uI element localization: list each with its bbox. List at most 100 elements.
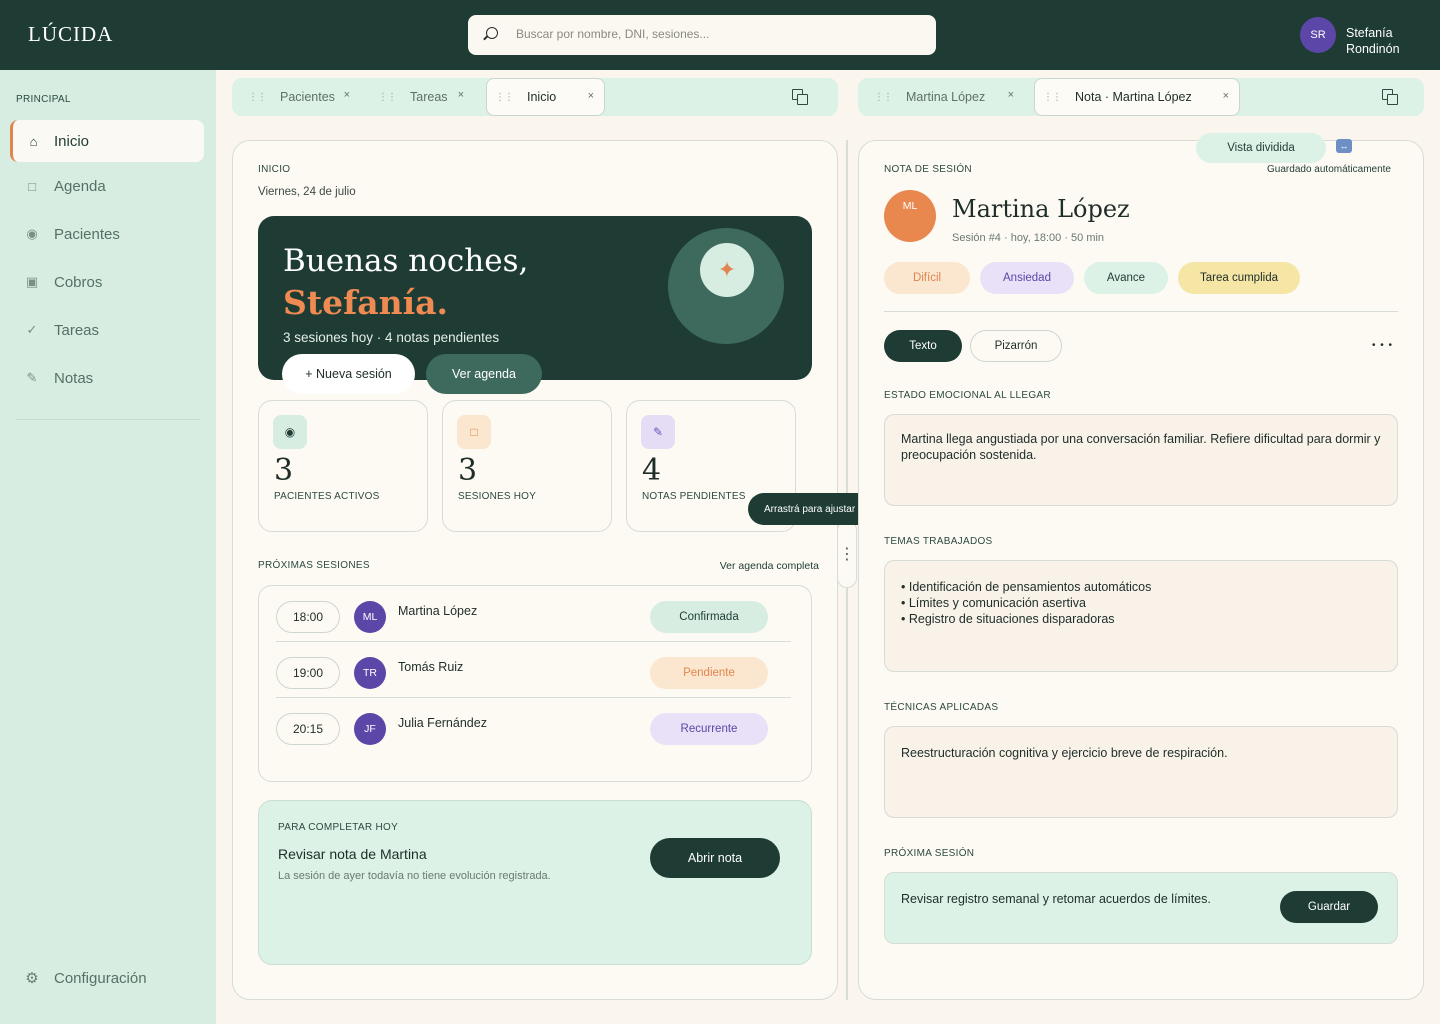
- section-label: NOTA DE SESIÓN: [884, 164, 972, 175]
- todo-label: PARA COMPLETAR HOY: [278, 822, 399, 833]
- sidebar-heading: PRINCIPAL: [16, 94, 71, 105]
- date-label: Viernes, 24 de julio: [258, 186, 356, 198]
- drag-handle-icon[interactable]: ⋮⋮: [1043, 92, 1062, 103]
- avatar: TR: [354, 657, 386, 689]
- user-avatar[interactable]: SR: [1300, 17, 1336, 53]
- sidebar-item-settings[interactable]: ⚙ Configuración: [10, 957, 204, 999]
- tab-tareas[interactable]: ⋮⋮ Tareas ×: [378, 78, 474, 116]
- swap-arrows-icon[interactable]: ↔: [1336, 139, 1352, 153]
- split-view-badge[interactable]: Vista dividida: [1196, 133, 1326, 163]
- tab-label: Inicio: [527, 90, 557, 104]
- section-label: INICIO: [258, 164, 291, 175]
- payments-icon: ▣: [25, 274, 39, 289]
- close-icon[interactable]: ×: [344, 89, 350, 101]
- topics-field[interactable]: • Identificación de pensamientos automát…: [884, 560, 1398, 672]
- topic-item: • Identificación de pensamientos automát…: [901, 580, 1152, 594]
- more-options-icon[interactable]: • • •: [1372, 340, 1393, 351]
- stat-card-sessions: □ 3 SESIONES HOY: [442, 400, 612, 532]
- avatar: ML: [884, 190, 936, 242]
- sidebar-item-tareas[interactable]: ✓ Tareas: [10, 309, 204, 351]
- sidebar-item-pacientes[interactable]: ◉ Pacientes: [10, 213, 204, 255]
- patients-icon: ◉: [273, 415, 307, 449]
- patient-name: Julia Fernández: [398, 716, 487, 730]
- app-logo[interactable]: LÚCIDA: [28, 22, 113, 47]
- stat-label: NOTAS PENDIENTES: [642, 491, 746, 502]
- tag-chip[interactable]: Tarea cumplida: [1178, 262, 1300, 294]
- autosave-status: Guardado automáticamente: [1267, 164, 1391, 175]
- sidebar-item-inicio[interactable]: ⌂ Inicio: [10, 120, 204, 162]
- pencil-icon: ✎: [26, 370, 38, 385]
- emotional-label: ESTADO EMOCIONAL AL LLEGAR: [884, 390, 1051, 401]
- top-bar: LÚCIDA Buscar por nombre, DNI, sesiones.…: [0, 0, 1440, 70]
- patient-name: Martina López: [398, 604, 478, 618]
- sidebar-item-agenda[interactable]: □ Agenda: [10, 165, 204, 207]
- home-panel: INICIO Viernes, 24 de julio Buenas noche…: [232, 140, 838, 1000]
- techniques-label: TÉCNICAS APLICADAS: [884, 702, 999, 713]
- resize-handle-icon[interactable]: ⋮: [837, 520, 857, 588]
- pencil-icon: ✎: [641, 415, 675, 449]
- tag-chip[interactable]: Difícil: [884, 262, 970, 294]
- session-time: 18:00: [276, 601, 340, 633]
- calendar-icon: □: [28, 178, 36, 194]
- drag-handle-icon[interactable]: ⋮⋮: [495, 92, 514, 103]
- tab-bar-right: ⋮⋮ Martina López × ⋮⋮ Nota · Martina Lóp…: [858, 78, 1424, 116]
- session-row[interactable]: 18:00 ML Martina López Confirmada: [276, 586, 791, 642]
- drag-handle-icon[interactable]: ⋮⋮: [874, 92, 893, 103]
- mode-board-button[interactable]: Pizarrón: [970, 330, 1062, 362]
- avatar: ML: [354, 601, 386, 633]
- save-button[interactable]: Guardar: [1280, 891, 1378, 923]
- drag-handle-icon[interactable]: ⋮⋮: [378, 92, 397, 103]
- greeting-summary: 3 sesiones hoy · 4 notas pendientes: [283, 330, 500, 345]
- next-session-text: Revisar registro semanal y retomar acuer…: [901, 892, 1211, 906]
- avatar: JF: [354, 713, 386, 745]
- next-session-label: PRÓXIMA SESIÓN: [884, 848, 975, 859]
- sidebar-item-label: Tareas: [54, 321, 100, 339]
- tag-chip[interactable]: Avance: [1084, 262, 1168, 294]
- session-row[interactable]: 19:00 TR Tomás Ruiz Pendiente: [276, 642, 791, 698]
- tab-martina[interactable]: ⋮⋮ Martina López ×: [874, 78, 1024, 116]
- close-icon[interactable]: ×: [458, 89, 464, 101]
- tab-label: Pacientes: [280, 90, 335, 104]
- user-name[interactable]: Stefanía Rondinón: [1346, 25, 1416, 57]
- home-icon: ⌂: [29, 133, 38, 149]
- tab-bar-left: ⋮⋮ Pacientes × ⋮⋮ Tareas × ⋮⋮ Inicio ×: [232, 78, 838, 116]
- emotional-field[interactable]: Martina llega angustiada por una convers…: [884, 414, 1398, 506]
- split-view-icon[interactable]: [792, 89, 808, 105]
- greeting-name: Stefanía.: [283, 283, 449, 322]
- drag-handle-icon[interactable]: ⋮⋮: [248, 92, 267, 103]
- see-full-agenda-link[interactable]: Ver agenda completa: [720, 560, 819, 572]
- tab-label: Tareas: [410, 90, 448, 104]
- calendar-icon: □: [457, 415, 491, 449]
- close-icon[interactable]: ×: [588, 90, 594, 102]
- sidebar-item-label: Cobros: [54, 273, 103, 291]
- session-time: 19:00: [276, 657, 340, 689]
- note-panel: Vista dividida ↔ NOTA DE SESIÓN Guardado…: [858, 133, 1424, 1000]
- tab-nota-martina[interactable]: ⋮⋮ Nota · Martina López ×: [1034, 78, 1240, 116]
- close-icon[interactable]: ×: [1223, 90, 1229, 102]
- close-icon[interactable]: ×: [1008, 89, 1014, 101]
- stat-card-patients: ◉ 3 PACIENTES ACTIVOS: [258, 400, 428, 532]
- check-icon: ✓: [26, 322, 38, 337]
- search-input[interactable]: Buscar por nombre, DNI, sesiones...: [516, 27, 709, 41]
- open-note-button[interactable]: Abrir nota: [650, 838, 780, 878]
- tag-chip[interactable]: Ansiedad: [980, 262, 1074, 294]
- split-view-icon[interactable]: [1382, 89, 1398, 105]
- stat-value: 3: [274, 453, 294, 488]
- patients-icon: ◉: [26, 226, 38, 241]
- see-agenda-button[interactable]: Ver agenda: [426, 354, 542, 394]
- sidebar-item-cobros[interactable]: ▣ Cobros: [10, 261, 204, 303]
- upcoming-sessions-list: 18:00 ML Martina López Confirmada 19:00 …: [258, 585, 812, 782]
- topic-item: • Límites y comunicación asertiva: [901, 596, 1087, 610]
- tab-pacientes[interactable]: ⋮⋮ Pacientes ×: [248, 78, 360, 116]
- sidebar-item-notas[interactable]: ✎ Notas: [10, 357, 204, 399]
- tab-inicio[interactable]: ⋮⋮ Inicio ×: [486, 78, 605, 116]
- mode-text-button[interactable]: Texto: [884, 330, 962, 362]
- sidebar-item-label: Inicio: [54, 132, 90, 150]
- new-session-button[interactable]: + Nueva sesión: [282, 354, 415, 394]
- session-row[interactable]: 20:15 JF Julia Fernández Recurrente: [276, 698, 791, 754]
- session-meta: Sesión #4 · hoy, 18:00 · 50 min: [952, 232, 1105, 244]
- stat-label: PACIENTES ACTIVOS: [274, 491, 380, 502]
- search-box[interactable]: Buscar por nombre, DNI, sesiones...: [468, 15, 936, 55]
- techniques-field[interactable]: Reestructuración cognitiva y ejercicio b…: [884, 726, 1398, 818]
- upcoming-label: PRÓXIMAS SESIONES: [258, 560, 370, 571]
